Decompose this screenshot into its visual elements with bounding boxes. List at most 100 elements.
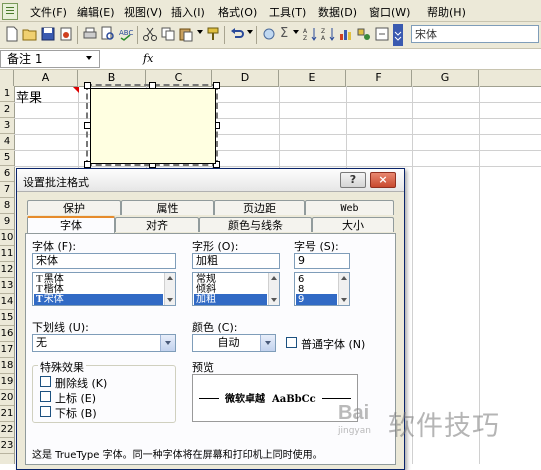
font-input[interactable]: 宋体 <box>32 253 176 269</box>
row-header[interactable]: 23 <box>0 438 14 454</box>
print-icon[interactable] <box>82 26 98 42</box>
tab-font[interactable]: 字体 <box>27 216 115 233</box>
row-header[interactable]: 14 <box>0 294 14 310</box>
toolbar-options-icon[interactable] <box>393 24 403 46</box>
scroll-up-icon[interactable] <box>341 276 347 280</box>
size-list-scrollbar[interactable] <box>338 273 349 305</box>
subscript-checkbox[interactable] <box>40 406 51 417</box>
font-list-scrollbar[interactable] <box>164 273 175 305</box>
tab-size[interactable]: 大小 <box>312 217 394 232</box>
menu-view[interactable]: 视图(V) <box>124 4 162 20</box>
menu-insert[interactable]: 插入(I) <box>171 4 205 20</box>
row-header[interactable]: 11 <box>0 246 14 262</box>
tab-alignment[interactable]: 对齐 <box>115 217 199 232</box>
name-box[interactable]: 备注 1 <box>0 50 100 68</box>
excel-doc-icon[interactable] <box>2 3 18 20</box>
sort-ascending-icon[interactable]: AZ <box>302 26 318 42</box>
menu-format[interactable]: 格式(O) <box>218 4 257 20</box>
column-header-f[interactable]: F <box>346 70 412 86</box>
row-header[interactable]: 12 <box>0 262 14 278</box>
hyperlink-icon[interactable] <box>261 26 277 42</box>
row-header[interactable]: 10 <box>0 230 14 246</box>
row-header[interactable]: 21 <box>0 406 14 422</box>
name-box-dropdown-icon[interactable] <box>86 56 92 60</box>
tab-properties[interactable]: 属性 <box>121 200 214 215</box>
column-header-d[interactable]: D <box>212 70 279 86</box>
cut-icon[interactable] <box>142 26 158 42</box>
select-all-corner[interactable] <box>0 70 14 86</box>
chart-wizard-icon[interactable] <box>338 26 354 42</box>
column-header-a[interactable]: A <box>14 70 78 86</box>
format-painter-icon[interactable] <box>205 26 221 42</box>
normal-font-checkbox[interactable] <box>286 337 297 348</box>
tab-protection[interactable]: 保护 <box>27 200 121 215</box>
superscript-checkbox[interactable] <box>40 391 51 402</box>
comment-box[interactable] <box>90 88 216 164</box>
tab-web[interactable]: Web <box>305 200 394 215</box>
undo-dropdown-icon[interactable] <box>247 30 253 34</box>
row-header[interactable]: 8 <box>0 198 14 214</box>
row-header[interactable]: 13 <box>0 278 14 294</box>
list-item-selected[interactable]: T宋体 <box>34 294 163 305</box>
strikethrough-checkbox[interactable] <box>40 376 51 387</box>
autosum-icon[interactable]: Σ <box>280 26 296 42</box>
paste-dropdown-icon[interactable] <box>197 30 203 34</box>
drawing-icon[interactable] <box>356 26 372 42</box>
tab-margins[interactable]: 页边距 <box>214 200 305 215</box>
font-listbox[interactable]: T黑体 T楷体 T宋体 <box>32 272 176 306</box>
print-preview-icon[interactable] <box>100 26 116 42</box>
open-folder-icon[interactable] <box>22 26 38 42</box>
scroll-up-icon[interactable] <box>167 276 173 280</box>
row-header[interactable]: 6 <box>0 166 14 182</box>
row-header[interactable]: 17 <box>0 342 14 358</box>
copy-icon[interactable] <box>160 26 176 42</box>
menu-edit[interactable]: 编辑(E) <box>77 4 115 20</box>
font-name-combobox[interactable]: 宋体 <box>411 25 539 43</box>
row-header[interactable]: 9 <box>0 214 14 230</box>
underline-select[interactable]: 无 <box>32 334 176 352</box>
style-list-scrollbar[interactable] <box>268 273 279 305</box>
scroll-down-icon[interactable] <box>271 298 277 302</box>
chevron-down-icon[interactable] <box>160 335 175 351</box>
menu-data[interactable]: 数据(D) <box>318 4 357 20</box>
spelling-icon[interactable]: ABC <box>118 26 134 42</box>
scroll-down-icon[interactable] <box>167 298 173 302</box>
menu-help[interactable]: 帮助(H) <box>427 4 466 20</box>
dialog-title-bar[interactable]: 设置批注格式 ? × <box>17 169 404 192</box>
paste-icon[interactable] <box>178 26 194 42</box>
column-header-e[interactable]: E <box>279 70 346 86</box>
row-header[interactable]: 15 <box>0 310 14 326</box>
list-item-selected[interactable]: 9 <box>296 294 337 305</box>
permission-icon[interactable] <box>58 26 74 42</box>
scroll-down-icon[interactable] <box>341 298 347 302</box>
save-icon[interactable] <box>40 26 56 42</box>
menu-tools[interactable]: 工具(T) <box>269 4 306 20</box>
font-size-input[interactable]: 9 <box>294 253 350 269</box>
row-header[interactable]: 16 <box>0 326 14 342</box>
close-button[interactable]: × <box>370 172 396 188</box>
font-style-input[interactable]: 加粗 <box>192 253 280 269</box>
cell-a1-value[interactable]: 苹果 <box>16 87 42 106</box>
zoom-icon[interactable] <box>374 26 390 42</box>
autosum-dropdown-icon[interactable] <box>293 30 299 34</box>
color-select[interactable]: 自动 <box>192 334 276 352</box>
row-header[interactable]: 22 <box>0 422 14 438</box>
row-header[interactable]: 18 <box>0 358 14 374</box>
list-item-selected[interactable]: 加粗 <box>194 294 267 305</box>
row-header[interactable]: 19 <box>0 374 14 390</box>
font-size-listbox[interactable]: 6 8 9 <box>294 272 350 306</box>
tab-colors-lines[interactable]: 颜色与线条 <box>199 217 312 232</box>
row-header[interactable]: 5 <box>0 150 14 166</box>
row-header[interactable]: 20 <box>0 390 14 406</box>
insert-function-icon[interactable]: fx <box>143 52 153 65</box>
row-header[interactable]: 7 <box>0 182 14 198</box>
menu-window[interactable]: 窗口(W) <box>369 4 410 20</box>
help-button[interactable]: ? <box>340 172 366 188</box>
font-style-listbox[interactable]: 常规 倾斜 加粗 <box>192 272 280 306</box>
undo-icon[interactable] <box>229 26 245 42</box>
chevron-down-icon[interactable] <box>260 335 275 351</box>
row-header[interactable]: 3 <box>0 118 14 134</box>
row-header[interactable]: 1 <box>0 86 14 102</box>
new-document-icon[interactable] <box>4 26 20 42</box>
row-header[interactable]: 4 <box>0 134 14 150</box>
